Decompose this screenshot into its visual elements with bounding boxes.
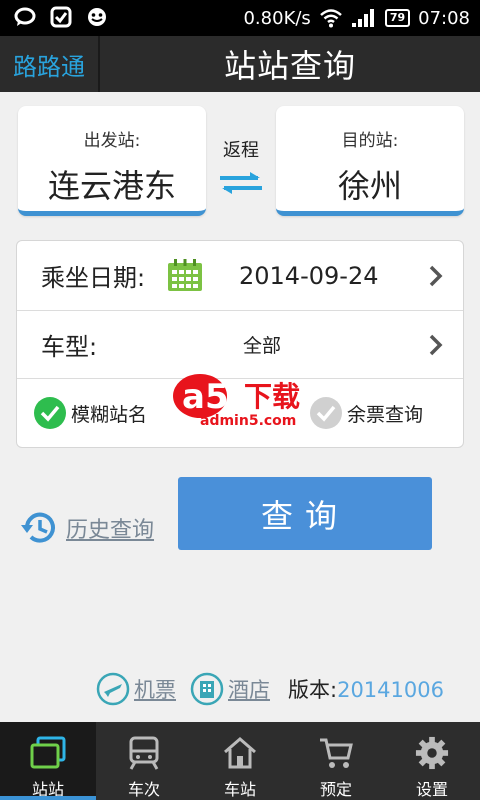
signal-icon	[351, 9, 374, 27]
system-indicators: 0.80K/s 79 07:08	[243, 0, 470, 36]
title-bar: 路路通 站站查询	[0, 36, 480, 92]
train-type-row[interactable]: 车型: 全部	[17, 311, 463, 379]
return-trip-label: 返程	[223, 140, 259, 161]
app-name-button[interactable]: 路路通	[0, 36, 100, 92]
flight-ticket-link[interactable]: 机票	[96, 672, 176, 706]
hotel-building-icon	[190, 672, 224, 706]
destination-station-card[interactable]: 目的站: 徐州	[276, 106, 464, 216]
airplane-icon	[96, 672, 130, 706]
check-circle-icon	[34, 397, 66, 429]
fuzzy-station-checkbox[interactable]: 模糊站名	[33, 396, 147, 430]
return-trip-swap[interactable]: 返程	[212, 136, 270, 200]
tab-label: 车次	[127, 780, 160, 799]
date-value: 2014-09-24	[239, 261, 379, 290]
train-icon	[129, 736, 159, 770]
remaining-tickets-checkbox[interactable]: 余票查询	[309, 396, 423, 430]
wifi-icon	[319, 9, 342, 28]
status-bar: 0.80K/s 79 07:08	[0, 0, 480, 36]
departure-label: 出发站:	[83, 131, 141, 151]
hotel-label: 酒店	[228, 678, 270, 702]
watermark-brand: a5	[182, 377, 229, 417]
network-speed: 0.80K/s	[243, 7, 311, 29]
version-label: 版本:	[288, 678, 338, 702]
bottom-tab-bar: 站站 车次 车站 预定 设置	[0, 722, 480, 800]
flight-ticket-label: 机票	[134, 678, 176, 702]
hotel-link[interactable]: 酒店	[190, 672, 270, 706]
footer-links: 机票 酒店 版本:20141006	[96, 670, 444, 708]
watermark-text: 下载	[244, 380, 300, 413]
fuzzy-station-label: 模糊站名	[71, 403, 148, 426]
departure-value: 连云港东	[47, 167, 176, 205]
version-number: 20141006	[337, 678, 444, 702]
shield-check-icon	[50, 6, 72, 28]
android-face-icon	[88, 8, 106, 26]
tab-booking[interactable]: 预定	[288, 722, 384, 800]
home-station-icon	[224, 737, 256, 769]
chevron-right-icon	[429, 265, 443, 286]
tab-train-number[interactable]: 车次	[96, 722, 192, 800]
tab-label: 车站	[223, 780, 256, 799]
gear-icon	[415, 736, 449, 770]
battery-indicator: 79	[384, 9, 411, 27]
watermark-site: admin5.com	[200, 413, 296, 428]
station-to-station-icon	[30, 736, 66, 769]
date-label: 乘坐日期:	[41, 264, 146, 292]
history-query-label: 历史查询	[66, 518, 155, 543]
chevron-right-icon	[429, 334, 443, 355]
date-row[interactable]: 乘坐日期: 2014-09-24	[17, 241, 463, 311]
chat-bubble-icon	[14, 7, 36, 26]
tab-station-to-station[interactable]: 站站	[0, 722, 96, 800]
train-type-value: 全部	[243, 335, 282, 357]
destination-value: 徐州	[337, 167, 402, 205]
destination-label: 目的站:	[341, 131, 399, 151]
a5-watermark-logo: a5 下载 admin5.com	[173, 374, 300, 428]
query-button[interactable]: 查询	[178, 477, 432, 550]
calendar-icon	[168, 259, 202, 291]
history-query-link[interactable]: 历史查询	[20, 508, 154, 548]
history-clock-icon	[21, 512, 55, 543]
tab-settings[interactable]: 设置	[384, 722, 480, 800]
check-circle-icon	[310, 397, 342, 429]
clock: 07:08	[418, 7, 470, 29]
departure-station-card[interactable]: 出发站: 连云港东	[18, 106, 206, 216]
remaining-tickets-label: 余票查询	[347, 403, 424, 426]
train-type-label: 车型:	[41, 333, 98, 361]
tab-station[interactable]: 车站	[192, 722, 288, 800]
notification-icons	[14, 6, 108, 28]
page-title: 站站查询	[223, 47, 356, 85]
tab-label: 设置	[415, 780, 448, 799]
tab-label: 预定	[319, 780, 352, 799]
version-info: 版本:20141006	[288, 674, 444, 704]
tab-label: 站站	[31, 780, 64, 799]
cart-icon	[320, 738, 353, 768]
swap-arrows-icon	[220, 172, 262, 194]
